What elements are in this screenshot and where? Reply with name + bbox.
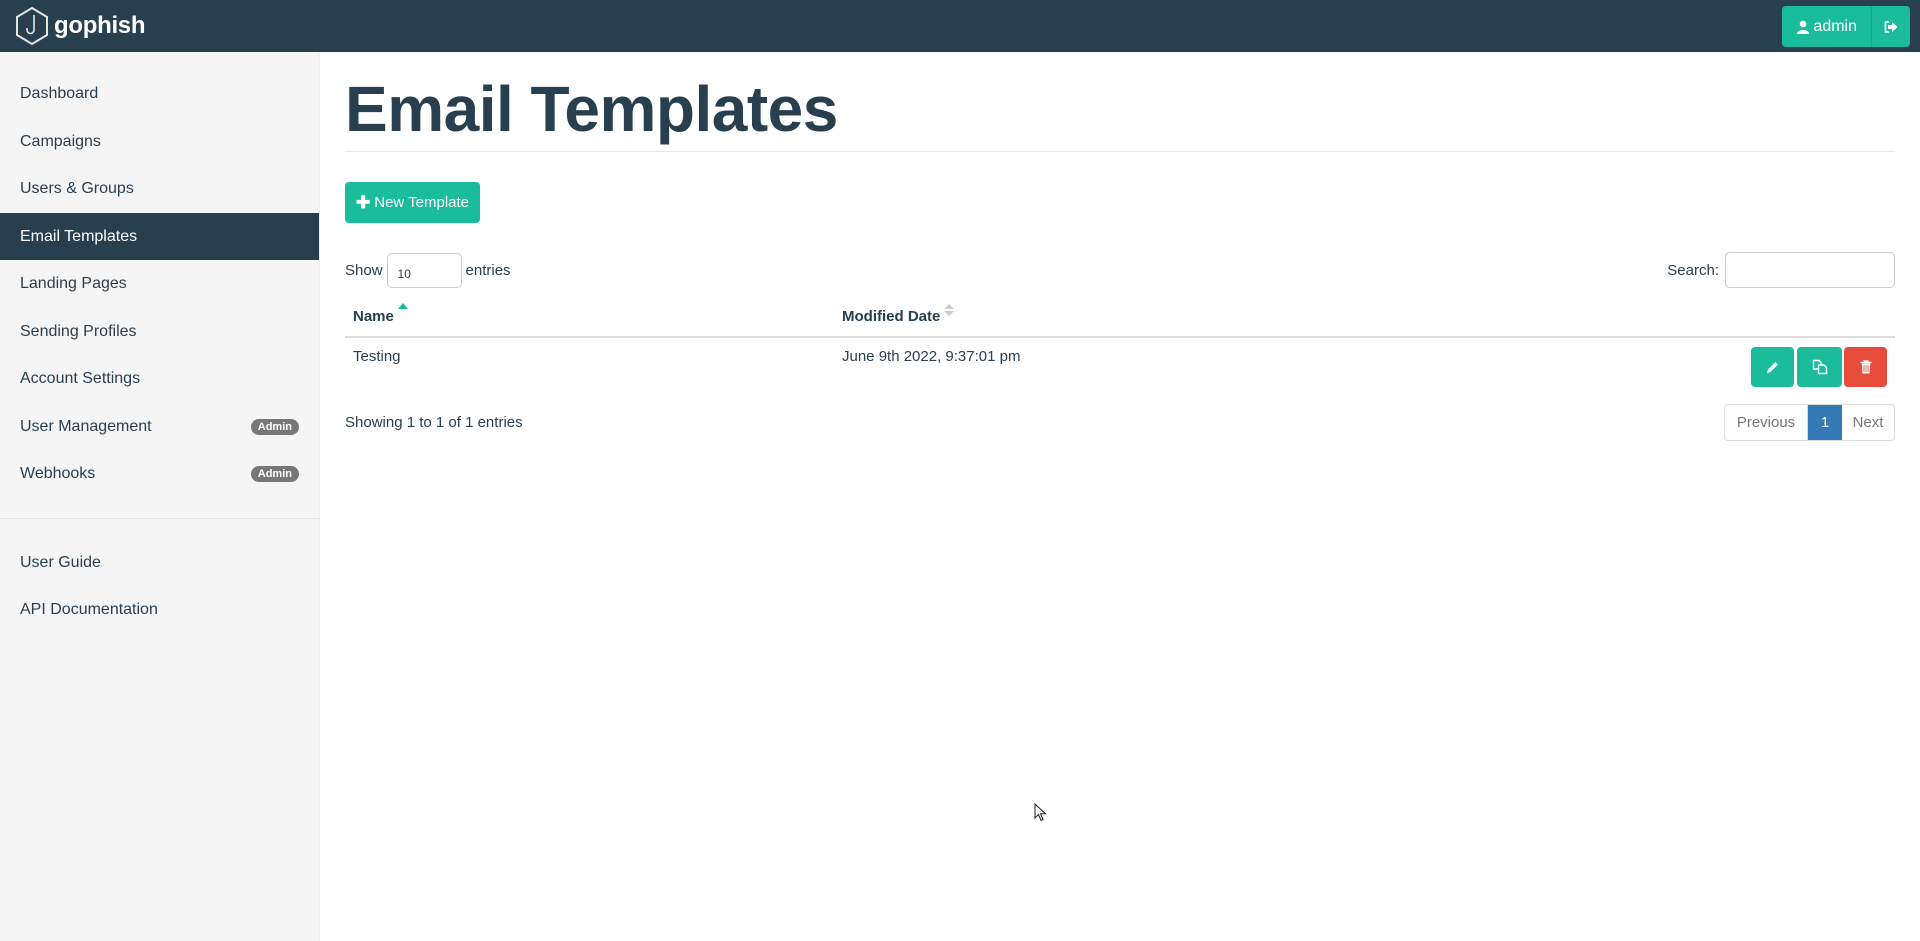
mouse-cursor-icon <box>1034 803 1047 822</box>
user-name: admin <box>1813 17 1857 35</box>
sidebar-item-users-groups[interactable]: Users & Groups <box>0 165 319 212</box>
column-header-name[interactable]: Name <box>353 308 394 325</box>
sidebar-divider <box>0 518 319 519</box>
sidebar-item-user-management[interactable]: User Management Admin <box>0 403 319 450</box>
pagination-next[interactable]: Next <box>1842 405 1894 440</box>
top-navbar: gophish admin <box>0 0 1920 52</box>
sidebar-item-label: User Guide <box>20 553 101 571</box>
search-label: Search: <box>1667 261 1719 279</box>
sidebar-item-label: User Management <box>20 417 152 435</box>
sidebar-item-label: Campaigns <box>20 132 101 150</box>
sidebar-item-label: Dashboard <box>20 84 99 102</box>
sidebar-item-campaigns[interactable]: Campaigns <box>0 118 319 165</box>
sidebar-item-landing-pages[interactable]: Landing Pages <box>0 260 319 307</box>
entries-per-page-input[interactable] <box>386 252 462 288</box>
pagination-page-1[interactable]: 1 <box>1808 405 1842 440</box>
sidebar: Dashboard Campaigns Users & Groups Email… <box>0 52 320 941</box>
sidebar-item-label: Email Templates <box>20 227 138 245</box>
delete-button[interactable] <box>1844 347 1887 387</box>
plus-icon: ✚ <box>355 192 371 212</box>
brand-link[interactable]: gophish <box>14 5 146 47</box>
new-template-label: New Template <box>374 194 470 211</box>
show-label: Show <box>345 261 383 279</box>
column-header-modified-date[interactable]: Modified Date <box>842 308 940 325</box>
sign-out-icon <box>1884 20 1898 33</box>
copy-button[interactable] <box>1797 347 1842 387</box>
admin-badge: Admin <box>250 465 299 482</box>
sidebar-item-label: API Documentation <box>20 600 158 618</box>
new-template-button[interactable]: ✚ New Template <box>345 182 480 223</box>
pagination-previous[interactable]: Previous <box>1725 405 1808 440</box>
pencil-icon <box>1767 361 1778 373</box>
entries-label: entries <box>465 261 511 279</box>
admin-badge: Admin <box>250 418 299 435</box>
sidebar-item-label: Webhooks <box>20 464 96 482</box>
brand-name: gophish <box>54 12 146 39</box>
template-modified-date: June 9th 2022, 9:37:01 pm <box>842 348 1021 365</box>
edit-button[interactable] <box>1751 347 1794 387</box>
title-divider <box>345 151 1895 152</box>
table-search: Search: <box>1667 252 1895 288</box>
sidebar-item-sending-profiles[interactable]: Sending Profiles <box>0 308 319 355</box>
sidebar-item-label: Landing Pages <box>20 274 127 292</box>
sidebar-item-label: Users & Groups <box>20 179 134 197</box>
table-info: Showing 1 to 1 of 1 entries <box>345 414 523 431</box>
column-label: Modified Date <box>842 308 941 325</box>
table-header-divider <box>345 336 1895 338</box>
sidebar-item-label: Sending Profiles <box>20 322 137 340</box>
sort-ascending-icon <box>398 303 408 309</box>
sidebar-item-user-guide[interactable]: User Guide <box>0 539 319 586</box>
trash-icon <box>1860 360 1871 374</box>
user-button-group: admin <box>1782 6 1910 47</box>
logout-button[interactable] <box>1872 6 1910 47</box>
search-input[interactable] <box>1725 252 1895 288</box>
template-name: Testing <box>353 348 401 365</box>
user-menu-button[interactable]: admin <box>1782 6 1872 47</box>
page-title: Email Templates <box>345 73 838 145</box>
copy-icon <box>1812 359 1827 375</box>
entries-length-control: Show entries <box>345 252 511 288</box>
column-label: Name <box>353 308 394 325</box>
sidebar-item-account-settings[interactable]: Account Settings <box>0 355 319 402</box>
pagination: Previous 1 Next <box>1724 404 1895 441</box>
sidebar-item-email-templates[interactable]: Email Templates <box>0 213 319 260</box>
sidebar-item-dashboard[interactable]: Dashboard <box>0 70 319 117</box>
sidebar-item-api-documentation[interactable]: API Documentation <box>0 586 319 633</box>
sort-both-icon <box>944 304 954 316</box>
hook-hexagon-logo-icon <box>16 6 48 46</box>
user-icon <box>1797 20 1810 34</box>
sidebar-item-webhooks[interactable]: Webhooks Admin <box>0 450 319 497</box>
sidebar-item-label: Account Settings <box>20 369 141 387</box>
